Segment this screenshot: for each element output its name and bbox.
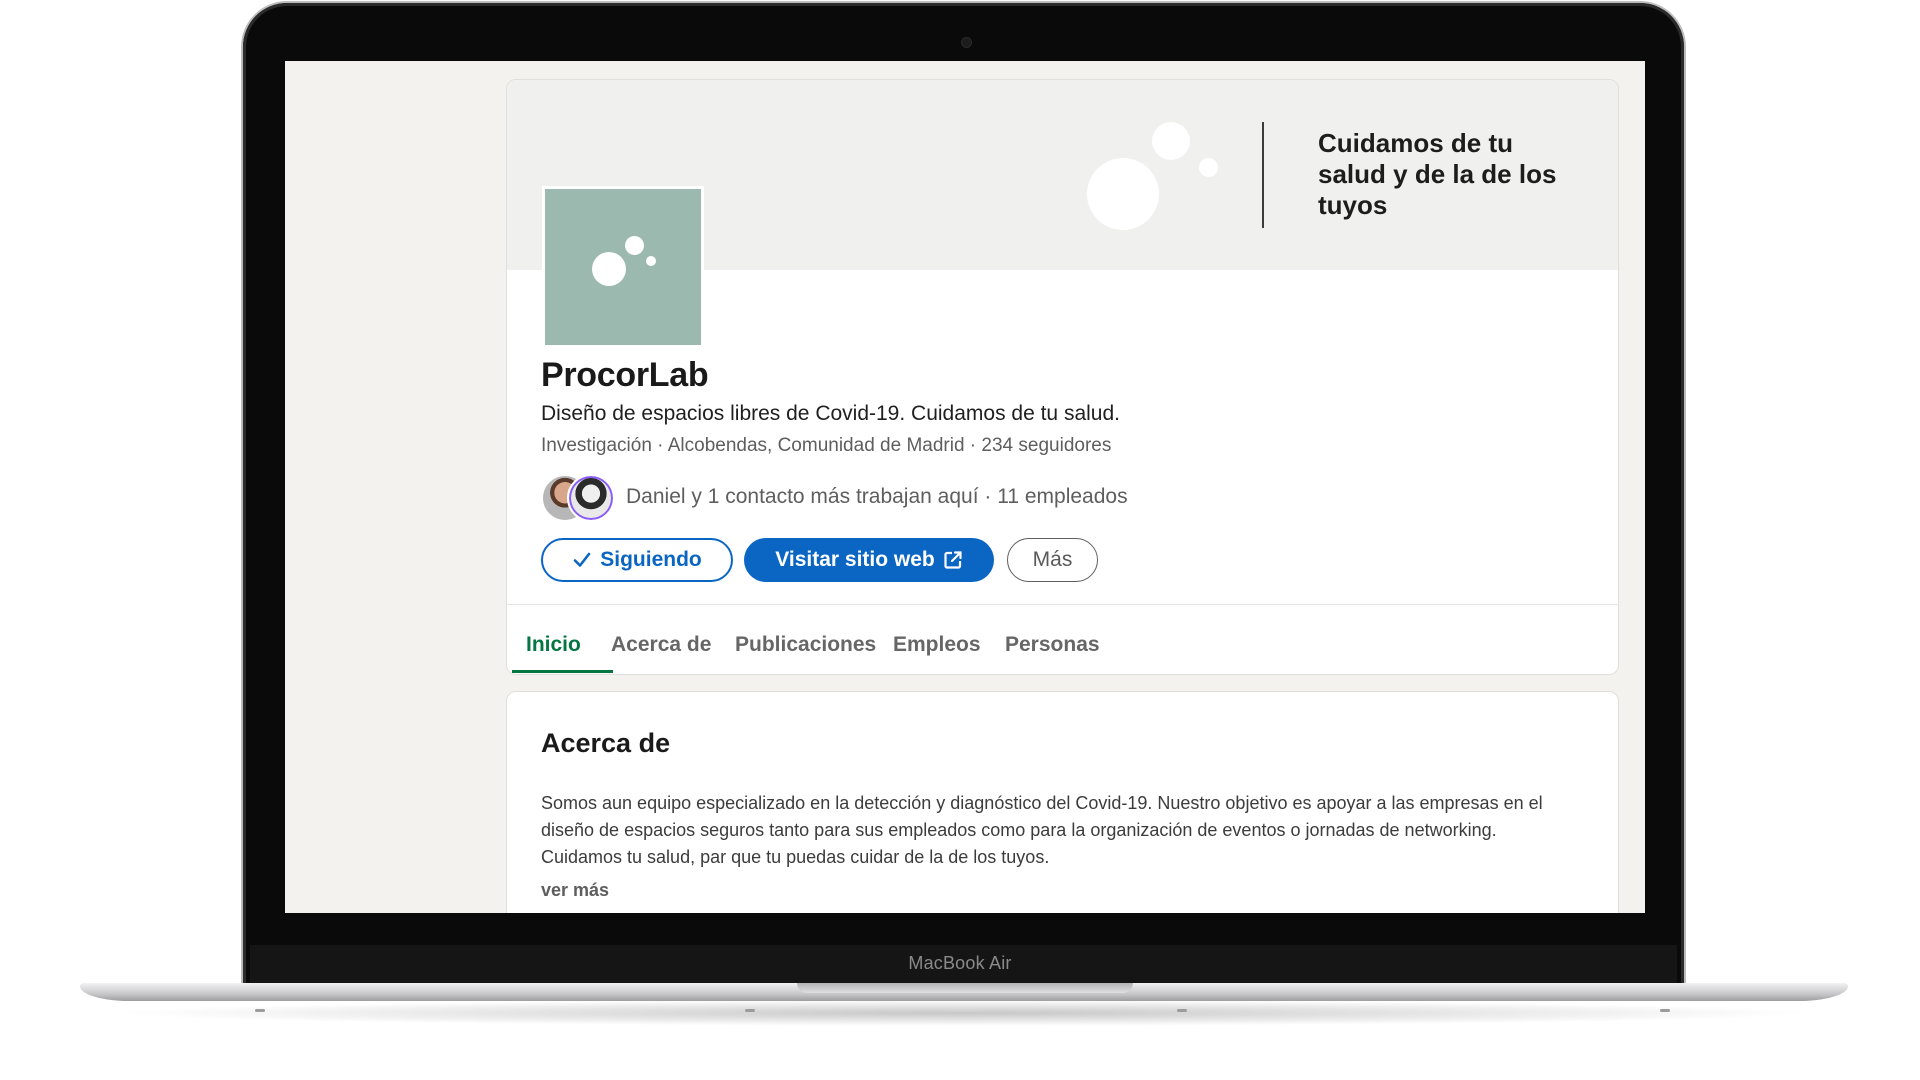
following-button[interactable]: Siguiendo — [541, 538, 733, 582]
camera-icon — [962, 38, 971, 47]
tab-inicio[interactable]: Inicio — [526, 633, 581, 657]
laptop-shadow — [110, 1000, 1818, 1026]
more-button-label: Más — [1032, 548, 1073, 571]
screen: Cuidamos de tu salud y de la de los tuyo… — [285, 61, 1645, 913]
bubble-graphic — [1087, 158, 1159, 230]
logo-dot — [625, 236, 644, 255]
banner-divider — [1262, 122, 1264, 228]
company-meta[interactable]: Investigación · Alcobendas, Comunidad de… — [541, 435, 1111, 457]
laptop-foot — [1177, 1009, 1187, 1012]
laptop-foot — [745, 1009, 755, 1012]
device-label: MacBook Air — [908, 953, 1012, 973]
logo-dot — [592, 252, 626, 286]
laptop-notch — [797, 983, 1133, 993]
banner-tagline: Cuidamos de tu salud y de la de los tuyo… — [1318, 128, 1557, 220]
laptop-foot — [255, 1009, 265, 1012]
visit-website-button[interactable]: Visitar sitio web — [744, 538, 994, 582]
connections-info[interactable]: Daniel y 1 contacto más trabajan aquí · … — [626, 485, 1128, 509]
company-description: Diseño de espacios libres de Covid-19. C… — [541, 402, 1120, 425]
tabs-divider — [507, 604, 1618, 605]
tab-publicaciones[interactable]: Publicaciones — [735, 633, 876, 657]
check-icon — [573, 552, 591, 567]
company-logo[interactable] — [542, 186, 704, 348]
company-name: ProcorLab — [541, 356, 709, 394]
about-title: Acerca de — [541, 728, 671, 758]
tab-empleos[interactable]: Empleos — [893, 633, 981, 657]
see-more-link[interactable]: ver más — [541, 880, 609, 901]
tab-personas[interactable]: Personas — [1005, 633, 1100, 657]
avatar — [567, 474, 615, 522]
bubble-graphic — [1199, 158, 1218, 177]
tab-acerca-de[interactable]: Acerca de — [611, 633, 711, 657]
about-text: Somos aun equipo especializado en la det… — [541, 793, 1543, 867]
bubble-graphic — [1152, 122, 1190, 160]
visit-website-label: Visitar sitio web — [775, 548, 935, 571]
company-profile-card: Cuidamos de tu salud y de la de los tuyo… — [506, 79, 1619, 675]
logo-dot — [646, 256, 656, 266]
active-tab-indicator — [512, 670, 613, 673]
following-button-label: Siguiendo — [600, 548, 702, 571]
connection-avatars[interactable] — [541, 474, 621, 522]
laptop-foot — [1660, 1009, 1670, 1012]
more-button[interactable]: Más — [1007, 538, 1098, 582]
external-link-icon — [944, 551, 962, 569]
about-card: Acerca de Somos aun equipo especializado… — [506, 691, 1619, 913]
